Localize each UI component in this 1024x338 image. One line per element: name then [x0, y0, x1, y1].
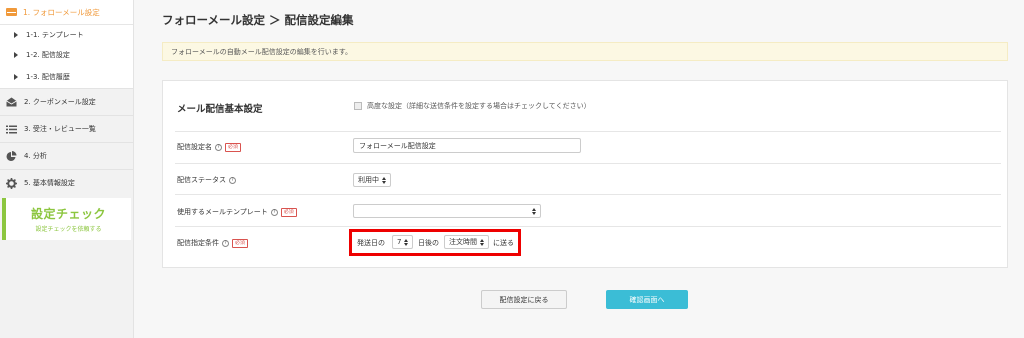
sidebar-subitem-label: 1-3. 配信履歴 — [26, 72, 70, 81]
status-select-value: 利用中 — [358, 176, 379, 184]
info-notice: フォローメールの自動メール配信設定の編集を行います。 — [162, 42, 1008, 61]
required-badge: 必須 — [280, 207, 297, 217]
updown-icon — [480, 239, 485, 246]
advanced-settings-label: 高度な設定（詳細な送信条件を設定する場合はチェックしてください） — [367, 102, 591, 110]
sidebar-item-label: 2. クーポンメール設定 — [24, 98, 96, 106]
settings-check-title: 設定チェック — [30, 207, 106, 221]
sidebar-item-coupon[interactable]: 2. クーポンメール設定 — [0, 88, 133, 115]
back-to-delivery-settings-button[interactable]: 配信設定に戻る — [481, 290, 567, 309]
section-title: メール配信基本設定 — [177, 104, 263, 115]
template-label-row: 使用するメールテンプレート ? 必須 — [177, 206, 297, 218]
name-label-row: 配信設定名 ? 必須 — [177, 141, 242, 153]
sidebar-item-label: 1. フォローメール設定 — [23, 7, 100, 17]
required-badge: 必須 — [232, 238, 249, 248]
settings-check-subtitle: 設定チェックを依頼する — [35, 226, 102, 233]
condition-mid: 日後の — [418, 239, 439, 247]
envelope-icon — [6, 8, 17, 16]
template-select[interactable] — [353, 204, 541, 218]
days-select-value: 7 — [397, 238, 402, 246]
sidebar: 1. フォローメール設定 1-1. テンプレート 1-2. 配信設定 1-3. … — [0, 0, 134, 338]
divider — [175, 163, 1001, 164]
help-icon[interactable]: ? — [222, 239, 229, 247]
updown-icon — [404, 239, 409, 246]
help-icon[interactable]: ? — [215, 143, 222, 151]
sidebar-subitem-label: 1-1. テンプレート — [26, 31, 84, 39]
divider — [175, 226, 1001, 227]
settings-check-button[interactable]: 設定チェック 設定チェックを依頼する — [2, 198, 131, 240]
settings-panel: メール配信基本設定 高度な設定（詳細な送信条件を設定する場合はチェックしてくださ… — [162, 80, 1008, 268]
sidebar-item-basic-settings[interactable]: 5. 基本情報設定 — [0, 169, 133, 196]
sidebar-subitem-label: 1-2. 配信設定 — [26, 51, 70, 59]
gear-icon — [5, 177, 17, 189]
page-title: フォローメール設定 ＞ 配信設定編集 — [162, 13, 354, 27]
updown-icon — [382, 177, 387, 184]
sidebar-item-analytics[interactable]: 4. 分析 — [0, 142, 133, 169]
open-envelope-icon — [5, 96, 17, 108]
sidebar-subnav: 1-1. テンプレート 1-2. 配信設定 1-3. 配信履歴 — [0, 25, 133, 88]
caret-right-icon — [14, 32, 18, 38]
status-select[interactable]: 利用中 — [353, 173, 391, 187]
required-badge: 必須 — [225, 142, 242, 152]
sidebar-subitem-delivery[interactable]: 1-2. 配信設定 — [0, 45, 133, 65]
condition-highlight: 発送日の 7 日後の 注文時間 に送る — [349, 229, 521, 256]
advanced-settings-checkbox[interactable] — [354, 102, 362, 110]
help-icon[interactable]: ? — [229, 176, 236, 184]
list-icon — [5, 123, 17, 135]
condition-label: 配信指定条件 — [177, 239, 219, 247]
help-icon[interactable]: ? — [270, 208, 278, 216]
time-select-value: 注文時間 — [449, 238, 477, 246]
sidebar-item-follow-mail[interactable]: 1. フォローメール設定 — [0, 0, 133, 25]
template-label: 使用するメールテンプレート — [177, 208, 268, 216]
time-select[interactable]: 注文時間 — [444, 235, 489, 249]
days-select[interactable]: 7 — [392, 235, 413, 249]
sidebar-item-orders[interactable]: 3. 受注・レビュー一覧 — [0, 115, 133, 142]
condition-prefix: 発送日の — [357, 239, 385, 247]
divider — [175, 194, 1001, 195]
name-input[interactable]: フォローメール配信設定 — [353, 138, 581, 153]
pie-chart-icon — [5, 150, 17, 162]
sidebar-item-label: 3. 受注・レビュー一覧 — [24, 125, 96, 133]
confirm-button[interactable]: 確認画面へ — [606, 290, 688, 309]
sidebar-item-label: 4. 分析 — [24, 152, 47, 160]
status-label-row: 配信ステータス ? — [177, 174, 236, 186]
caret-right-icon — [14, 73, 18, 80]
sidebar-subitem-history[interactable]: 1-3. 配信履歴 — [0, 65, 133, 88]
caret-right-icon — [14, 52, 18, 58]
divider — [175, 131, 1001, 132]
advanced-settings-option[interactable]: 高度な設定（詳細な送信条件を設定する場合はチェックしてください） — [354, 101, 591, 111]
condition-suffix: に送る — [493, 239, 514, 247]
name-label: 配信設定名 — [177, 143, 212, 151]
updown-icon — [532, 208, 537, 215]
condition-label-row: 配信指定条件 ? 必須 — [177, 237, 249, 249]
sidebar-subitem-template[interactable]: 1-1. テンプレート — [0, 25, 133, 45]
status-label: 配信ステータス — [177, 176, 226, 184]
sidebar-item-label: 5. 基本情報設定 — [24, 179, 75, 187]
